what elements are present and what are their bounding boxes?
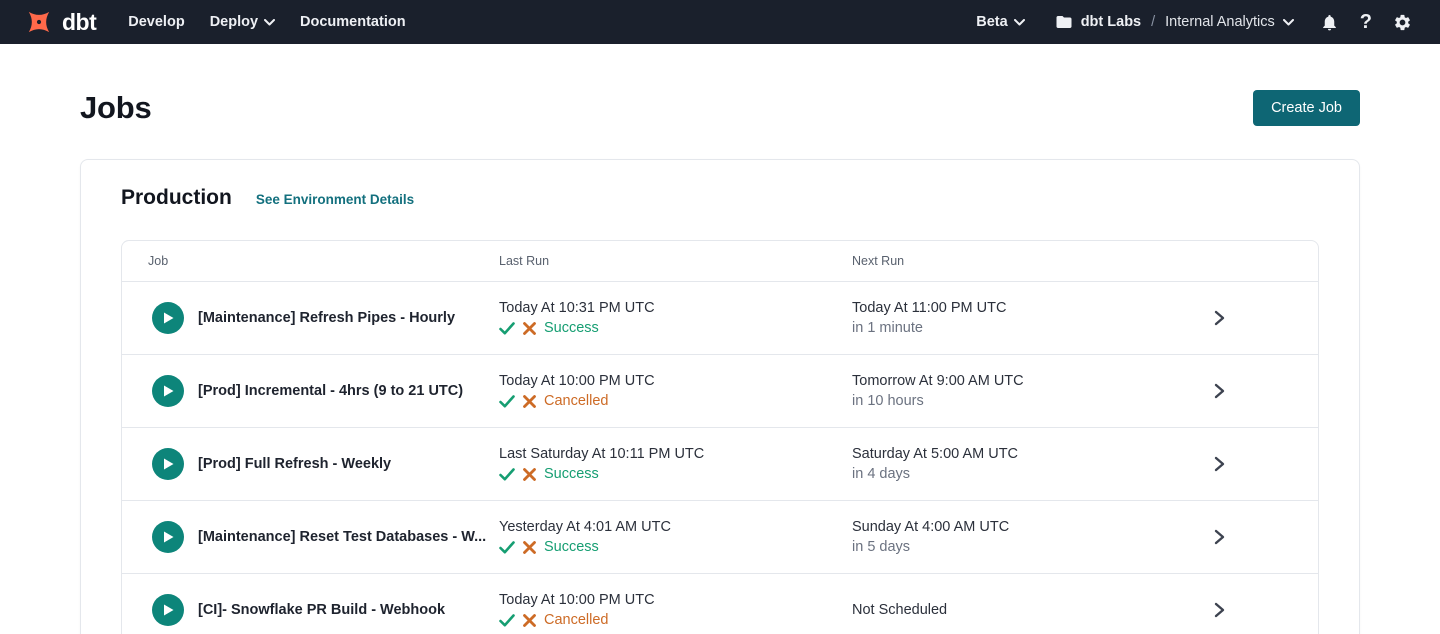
job-status-badge: Success xyxy=(499,320,852,336)
success-check-icon xyxy=(499,468,515,481)
job-status-badge: Cancelled xyxy=(499,612,852,628)
nav-item-deploy[interactable]: Deploy xyxy=(210,14,275,30)
success-check-icon xyxy=(499,395,515,408)
page-title: Jobs xyxy=(80,90,152,126)
cancelled-x-icon xyxy=(523,614,536,627)
next-run-relative: in 10 hours xyxy=(852,393,1207,409)
jobs-table-body: [Maintenance] Refresh Pipes - Hourly Tod… xyxy=(122,281,1318,634)
play-icon xyxy=(162,384,175,398)
beta-label: Beta xyxy=(976,14,1007,30)
run-job-play-button[interactable] xyxy=(152,448,184,480)
environment-card: Production See Environment Details Job L… xyxy=(80,159,1360,634)
job-name: [Prod] Full Refresh - Weekly xyxy=(198,456,391,472)
jobs-table-header: Job Last Run Next Run xyxy=(122,241,1318,281)
cancelled-x-icon xyxy=(523,322,536,335)
job-status-label: Cancelled xyxy=(544,393,609,409)
cancelled-x-icon xyxy=(523,395,536,408)
next-run-time: Tomorrow At 9:00 AM UTC xyxy=(852,373,1207,389)
help-icon[interactable]: ? xyxy=(1360,12,1372,32)
cancelled-x-icon xyxy=(523,468,536,481)
create-job-button[interactable]: Create Job xyxy=(1253,90,1360,126)
success-check-icon xyxy=(499,541,515,554)
next-run-relative: in 5 days xyxy=(852,539,1207,555)
chevron-down-icon[interactable] xyxy=(1283,14,1294,30)
dbt-logo-icon xyxy=(24,7,54,37)
job-name: [CI]- Snowflake PR Build - Webhook xyxy=(198,602,445,618)
nav-item-develop[interactable]: Develop xyxy=(128,14,184,30)
column-header-last-run: Last Run xyxy=(499,254,852,268)
folder-icon xyxy=(1055,13,1073,31)
chevron-down-icon xyxy=(1014,14,1025,30)
chevron-right-icon[interactable] xyxy=(1212,383,1226,399)
job-row[interactable]: [CI]- Snowflake PR Build - Webhook Today… xyxy=(122,573,1318,634)
run-job-play-button[interactable] xyxy=(152,521,184,553)
job-status-badge: Success xyxy=(499,539,852,555)
chevron-right-icon[interactable] xyxy=(1212,310,1226,326)
jobs-table: Job Last Run Next Run [Maintenance] Refr… xyxy=(121,240,1319,634)
dbt-logo[interactable]: dbt xyxy=(24,7,96,37)
job-name: [Maintenance] Refresh Pipes - Hourly xyxy=(198,310,455,326)
job-name: [Maintenance] Reset Test Databases - W..… xyxy=(198,529,486,545)
breadcrumb-account[interactable]: dbt Labs xyxy=(1081,14,1141,30)
run-job-play-button[interactable] xyxy=(152,375,184,407)
last-run-time: Today At 10:00 PM UTC xyxy=(499,592,852,608)
play-icon xyxy=(162,603,175,617)
last-run-time: Yesterday At 4:01 AM UTC xyxy=(499,519,852,535)
next-run-time: Saturday At 5:00 AM UTC xyxy=(852,446,1207,462)
next-run-time: Not Scheduled xyxy=(852,602,1207,618)
column-header-job: Job xyxy=(122,254,499,268)
job-status-badge: Cancelled xyxy=(499,393,852,409)
gear-icon[interactable] xyxy=(1393,13,1412,32)
breadcrumb-separator: / xyxy=(1151,14,1155,30)
nav-item-documentation[interactable]: Documentation xyxy=(300,14,406,30)
job-row[interactable]: [Prod] Incremental - 4hrs (9 to 21 UTC) … xyxy=(122,354,1318,427)
job-name: [Prod] Incremental - 4hrs (9 to 21 UTC) xyxy=(198,383,463,399)
chevron-right-icon[interactable] xyxy=(1212,602,1226,618)
top-navbar: dbt Develop Deploy Documentation Beta db… xyxy=(0,0,1440,44)
column-header-next-run: Next Run xyxy=(852,254,1207,268)
cancelled-x-icon xyxy=(523,541,536,554)
play-icon xyxy=(162,311,175,325)
next-run-relative: in 4 days xyxy=(852,466,1207,482)
chevron-right-icon[interactable] xyxy=(1212,456,1226,472)
play-icon xyxy=(162,457,175,471)
last-run-time: Last Saturday At 10:11 PM UTC xyxy=(499,446,852,462)
next-run-relative: in 1 minute xyxy=(852,320,1207,336)
environment-details-link[interactable]: See Environment Details xyxy=(256,192,414,207)
success-check-icon xyxy=(499,322,515,335)
last-run-time: Today At 10:31 PM UTC xyxy=(499,300,852,316)
play-icon xyxy=(162,530,175,544)
job-status-badge: Success xyxy=(499,466,852,482)
last-run-time: Today At 10:00 PM UTC xyxy=(499,373,852,389)
job-row[interactable]: [Prod] Full Refresh - Weekly Last Saturd… xyxy=(122,427,1318,500)
run-job-play-button[interactable] xyxy=(152,594,184,626)
job-status-label: Success xyxy=(544,320,599,336)
breadcrumb-project[interactable]: Internal Analytics xyxy=(1165,14,1275,30)
job-row[interactable]: [Maintenance] Refresh Pipes - Hourly Tod… xyxy=(122,281,1318,354)
success-check-icon xyxy=(499,614,515,627)
job-status-label: Cancelled xyxy=(544,612,609,628)
dbt-logo-text: dbt xyxy=(62,9,96,36)
next-run-time: Today At 11:00 PM UTC xyxy=(852,300,1207,316)
chevron-right-icon[interactable] xyxy=(1212,529,1226,545)
job-status-label: Success xyxy=(544,539,599,555)
run-job-play-button[interactable] xyxy=(152,302,184,334)
job-status-label: Success xyxy=(544,466,599,482)
nav-item-deploy-label: Deploy xyxy=(210,14,258,30)
environment-name: Production xyxy=(121,186,232,210)
breadcrumb: dbt Labs / Internal Analytics xyxy=(1055,13,1294,31)
job-row[interactable]: [Maintenance] Reset Test Databases - W..… xyxy=(122,500,1318,573)
chevron-down-icon xyxy=(264,14,275,30)
next-run-time: Sunday At 4:00 AM UTC xyxy=(852,519,1207,535)
bell-icon[interactable] xyxy=(1320,13,1339,32)
beta-dropdown[interactable]: Beta xyxy=(976,14,1024,30)
